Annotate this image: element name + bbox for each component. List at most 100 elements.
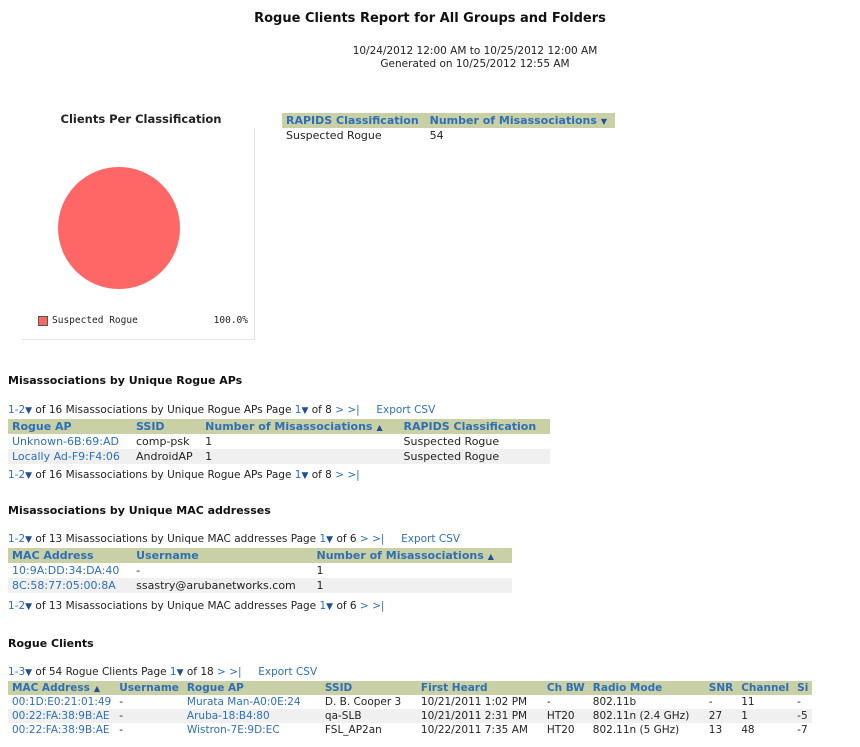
col-rogue-ap[interactable]: Rogue AP bbox=[182, 681, 321, 695]
pie-slice-suspected-rogue bbox=[58, 167, 180, 289]
cell: Suspected Rogue bbox=[399, 449, 550, 464]
range-link[interactable]: 1-2 bbox=[8, 533, 25, 545]
export-csv-link[interactable]: Export CSV bbox=[401, 533, 460, 545]
page-of: of 18 bbox=[186, 666, 214, 678]
cell: 802.11n (5 GHz) bbox=[592, 724, 680, 736]
last-page-link[interactable]: >| bbox=[229, 666, 241, 678]
col-number-of-misassociations[interactable]: Number of Misassociations ▲ bbox=[312, 548, 512, 563]
cell: 1 bbox=[316, 564, 324, 577]
cell: 11 bbox=[741, 696, 755, 708]
page-dropdown-icon[interactable]: ▼ bbox=[301, 471, 308, 481]
page-of: of 6 bbox=[336, 533, 357, 545]
mac-address-link[interactable]: 8C:58:77:05:00:8A bbox=[12, 579, 116, 592]
page-dropdown-icon[interactable]: ▼ bbox=[177, 668, 184, 678]
date-range-text: 10/24/2012 12:00 AM to 10/25/2012 12:00 … bbox=[352, 45, 598, 57]
range-dropdown-icon[interactable]: ▼ bbox=[25, 471, 32, 481]
export-csv-link[interactable]: Export CSV bbox=[258, 666, 317, 678]
cell: - bbox=[119, 724, 124, 736]
col-ssid[interactable]: SSID bbox=[131, 419, 202, 434]
cell: 10/21/2011 1:02 PM bbox=[420, 696, 528, 708]
col-rapids-classification[interactable]: RAPIDS Classification bbox=[399, 419, 550, 434]
col-channel[interactable]: Channel bbox=[737, 681, 794, 695]
range-dropdown-icon[interactable]: ▼ bbox=[25, 668, 32, 678]
page-link[interactable]: 1 bbox=[170, 666, 177, 678]
next-page-link[interactable]: > bbox=[360, 600, 369, 612]
page-dropdown-icon[interactable]: ▼ bbox=[326, 602, 333, 612]
col-rapids-classification[interactable]: RAPIDS Classification bbox=[282, 113, 426, 128]
cell: - bbox=[136, 564, 141, 577]
next-page-link[interactable]: > bbox=[335, 404, 344, 416]
col-mac-address[interactable]: MAC Address bbox=[8, 548, 133, 563]
col-username[interactable]: Username bbox=[132, 548, 313, 563]
cell: 1 bbox=[737, 709, 794, 723]
cell: - bbox=[115, 709, 183, 723]
mac-address-link[interactable]: 10:9A:DD:34:DA:40 bbox=[12, 564, 119, 577]
last-page-link[interactable]: >| bbox=[372, 600, 384, 612]
col-ssid[interactable]: SSID bbox=[320, 681, 417, 695]
last-page-link[interactable]: >| bbox=[347, 469, 359, 481]
cell: HT20 bbox=[546, 724, 575, 736]
col-label: Number of Misassociations bbox=[429, 114, 597, 127]
cell: 1 bbox=[312, 578, 512, 593]
col-username[interactable]: Username bbox=[115, 681, 183, 695]
range-dropdown-icon[interactable]: ▼ bbox=[25, 535, 32, 545]
table-row: 10:9A:DD:34:DA:40 - 1 bbox=[8, 563, 512, 578]
col-label: Number of Misassociations bbox=[316, 549, 484, 562]
cell: 48 bbox=[741, 724, 755, 736]
range-dropdown-icon[interactable]: ▼ bbox=[25, 406, 32, 416]
next-page-link[interactable]: > bbox=[360, 533, 369, 545]
col-mac-address[interactable]: MAC Address ▲ bbox=[8, 681, 116, 695]
page-of: of 8 bbox=[311, 469, 332, 481]
range-dropdown-icon[interactable]: ▼ bbox=[25, 602, 32, 612]
cell: FSL_AP2an bbox=[324, 724, 382, 736]
page-label: Page bbox=[290, 533, 317, 545]
col-ch-bw[interactable]: Ch BW bbox=[542, 681, 589, 695]
sort-asc-icon: ▲ bbox=[376, 423, 383, 432]
col-snr[interactable]: SNR bbox=[704, 681, 738, 695]
col-number-of-misassociations[interactable]: Number of Misassociations ▲ bbox=[201, 419, 400, 434]
cell: 802.11b bbox=[592, 696, 637, 708]
mac-address-link[interactable]: 00:1D:E0:21:01:49 bbox=[12, 696, 111, 708]
col-signal[interactable]: Si bbox=[793, 681, 813, 695]
last-page-link[interactable]: >| bbox=[347, 404, 359, 416]
range-link[interactable]: 1-2 bbox=[8, 600, 25, 612]
cell: -7 bbox=[797, 724, 808, 736]
pager-rogue-aps-top: 1-2▼ of 16 Misassociations by Unique Rog… bbox=[8, 404, 435, 416]
page-dropdown-icon[interactable]: ▼ bbox=[326, 535, 333, 545]
rogue-ap-link[interactable]: Murata Man-A0:0E:24 bbox=[187, 696, 301, 708]
col-label: Number of Misassociations bbox=[205, 420, 373, 433]
page-dropdown-icon[interactable]: ▼ bbox=[301, 406, 308, 416]
col-first-heard[interactable]: First Heard bbox=[416, 681, 543, 695]
table-row: Unknown-6B:69:AD comp-psk 1 Suspected Ro… bbox=[8, 434, 550, 449]
range-link[interactable]: 1-2 bbox=[8, 469, 25, 481]
page-label: Page bbox=[265, 469, 292, 481]
range-link[interactable]: 1-2 bbox=[8, 404, 25, 416]
next-page-link[interactable]: > bbox=[217, 666, 226, 678]
pie-chart-svg bbox=[58, 167, 180, 289]
table-row: 00:22:FA:38:9B:AE - Aruba-18:B4:80 qa-SL… bbox=[8, 709, 813, 723]
chart-legend: Suspected Rogue 100.0% bbox=[38, 315, 252, 326]
page-label: Page bbox=[290, 600, 317, 612]
cell: ssastry@arubanetworks.com bbox=[132, 578, 313, 593]
last-page-link[interactable]: >| bbox=[372, 533, 384, 545]
range-link[interactable]: 1-3 bbox=[8, 666, 25, 678]
mac-address-link[interactable]: 00:22:FA:38:9B:AE bbox=[12, 724, 110, 736]
rogue-ap-link[interactable]: Aruba-18:B4:80 bbox=[187, 710, 270, 722]
report-date-range: 10/24/2012 12:00 AM to 10/25/2012 12:00 … bbox=[330, 45, 620, 71]
table-row: 00:22:FA:38:9B:AE - Wistron-7E:9D:EC FSL… bbox=[8, 723, 812, 737]
mac-address-link[interactable]: 00:22:FA:38:9B:AE bbox=[12, 710, 110, 722]
pager-text: of 16 Misassociations by Unique Rogue AP… bbox=[35, 469, 263, 481]
col-radio-mode[interactable]: Radio Mode bbox=[588, 681, 705, 695]
pager-text: of 54 Rogue Clients bbox=[35, 666, 138, 678]
col-rogue-ap[interactable]: Rogue AP bbox=[8, 419, 132, 434]
pager-rogue-clients-top: 1-3▼ of 54 Rogue Clients Page 1▼ of 18 >… bbox=[8, 666, 317, 678]
rogue-ap-link[interactable]: Unknown-6B:69:AD bbox=[12, 435, 119, 448]
rogue-ap-link[interactable]: Locally Ad-F9:F4:06 bbox=[12, 450, 120, 463]
cell: comp-psk bbox=[135, 435, 190, 448]
mac-addresses-table: MAC Address Username Number of Misassoci… bbox=[8, 548, 512, 593]
rogue-ap-link[interactable]: Wistron-7E:9D:EC bbox=[187, 724, 280, 736]
export-csv-link[interactable]: Export CSV bbox=[376, 404, 435, 416]
cell: Suspected Rogue bbox=[403, 435, 500, 448]
next-page-link[interactable]: > bbox=[335, 469, 344, 481]
col-number-of-misassociations[interactable]: Number of Misassociations ▼ bbox=[425, 113, 615, 128]
